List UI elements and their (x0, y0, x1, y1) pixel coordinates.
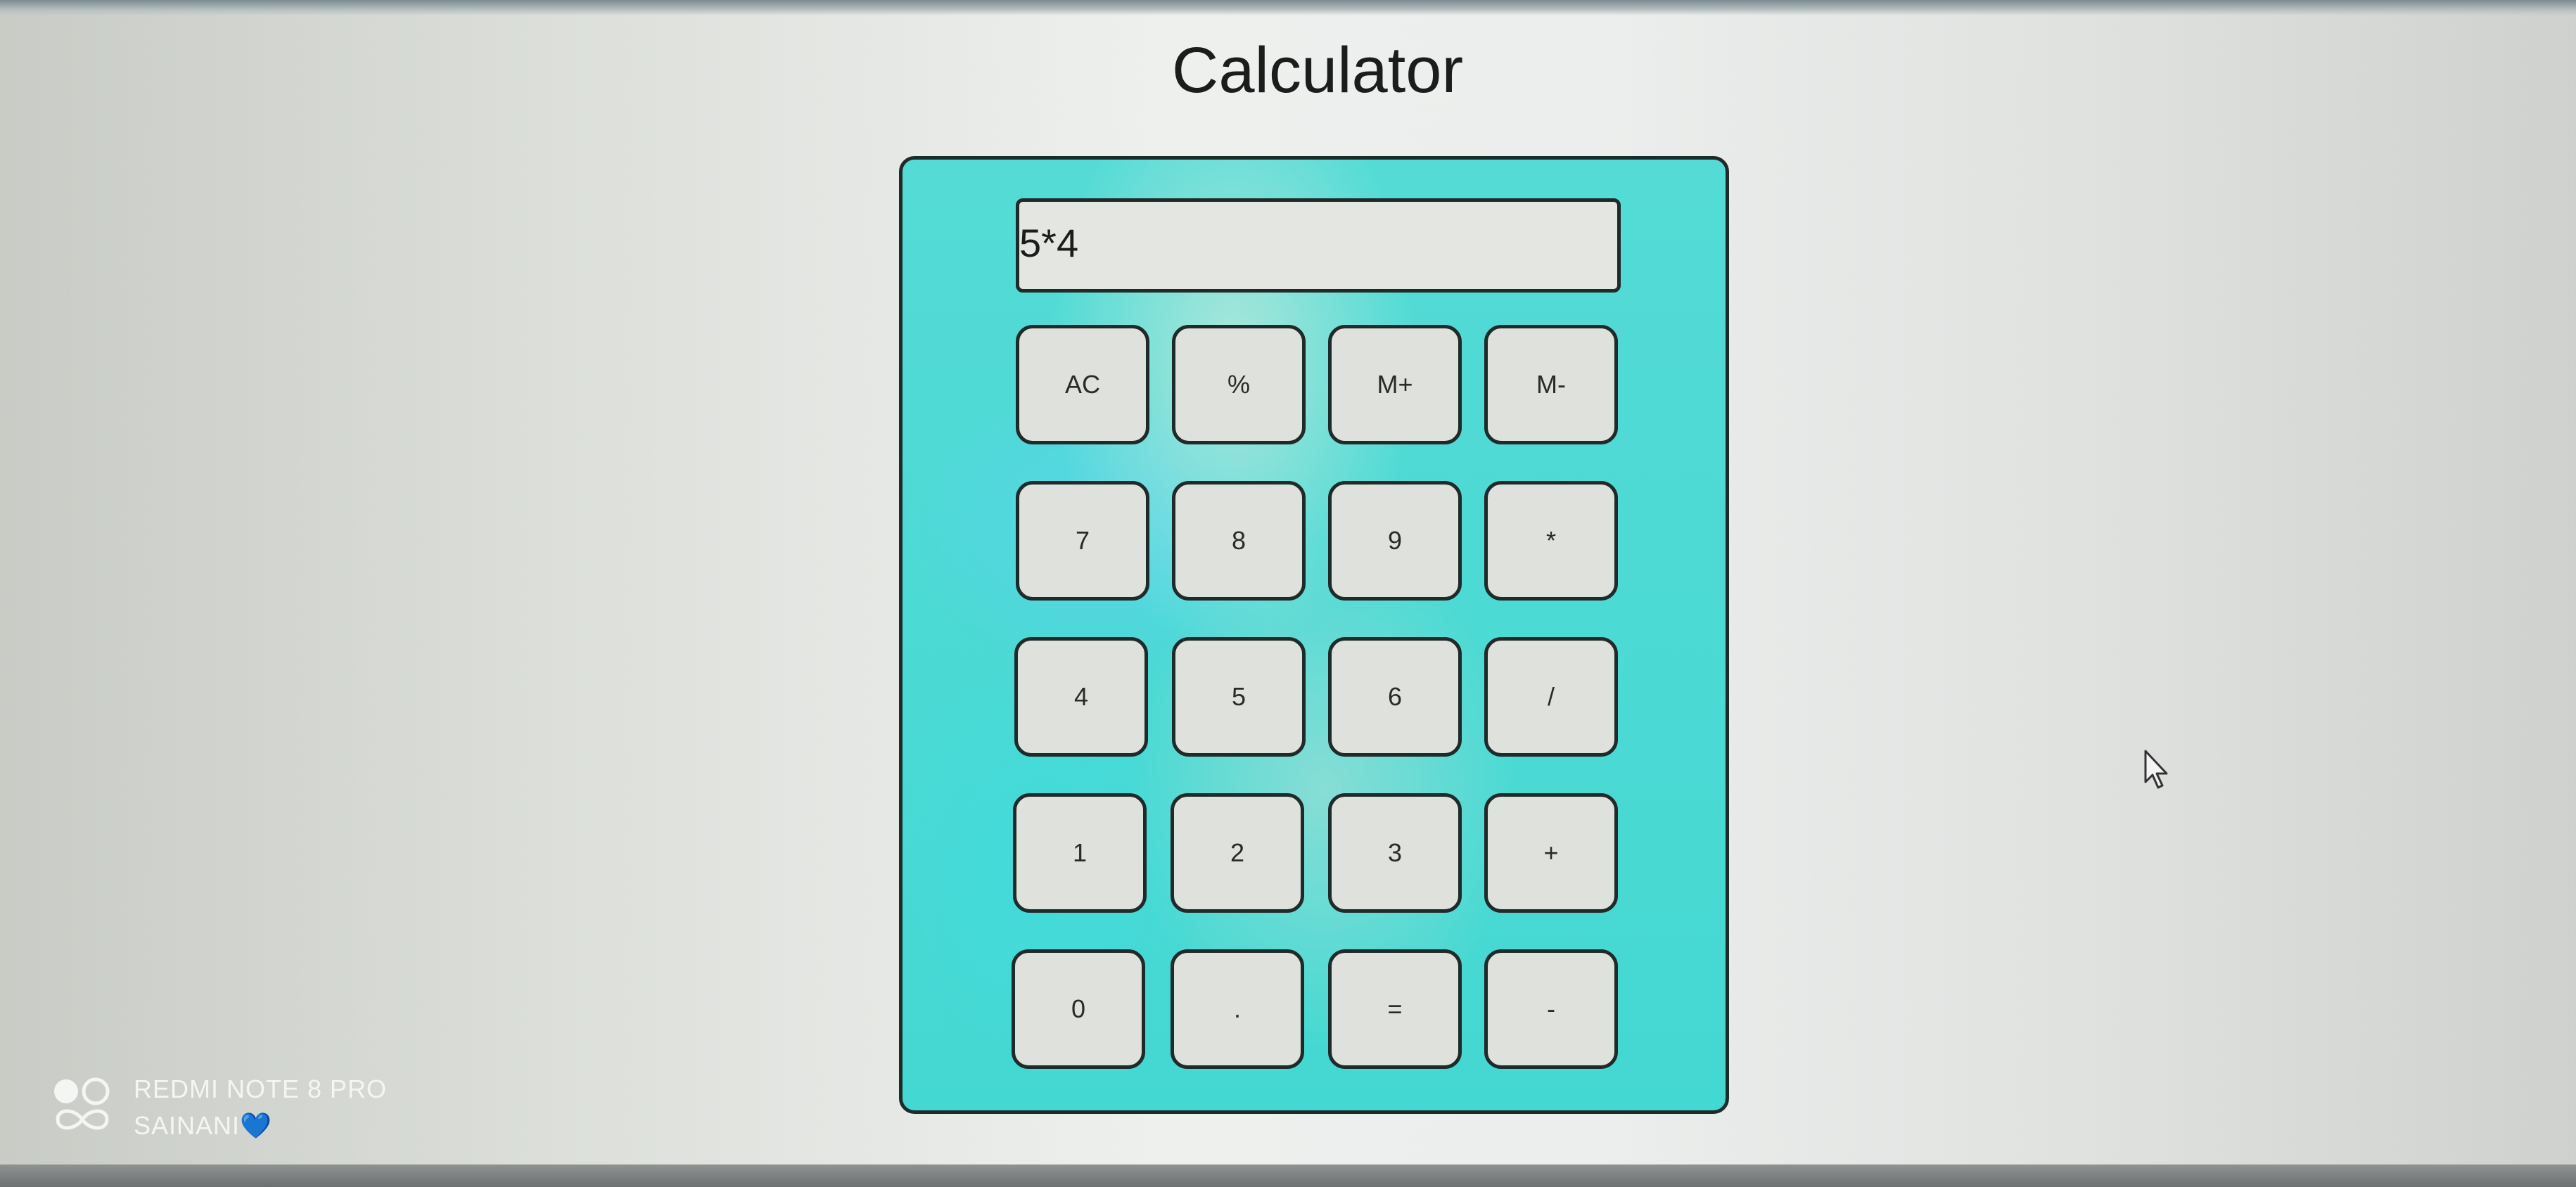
key-0[interactable]: 0 (1012, 949, 1145, 1069)
key-minus[interactable]: - (1484, 949, 1618, 1069)
page-title: Calculator (1171, 34, 1464, 106)
key-6[interactable]: 6 (1328, 637, 1462, 757)
key-percent[interactable]: % (1172, 325, 1306, 444)
key-2[interactable]: 2 (1171, 793, 1304, 913)
key-equals[interactable]: = (1328, 949, 1462, 1069)
watermark-device: REDMI NOTE 8 PRO (134, 1074, 388, 1103)
key-divide[interactable]: / (1484, 637, 1618, 757)
key-3[interactable]: 3 (1328, 793, 1462, 913)
calculator-display[interactable]: 5*4 (1016, 198, 1621, 293)
key-7[interactable]: 7 (1016, 481, 1149, 601)
key-5[interactable]: 5 (1172, 637, 1306, 757)
screen-bottom-edge (0, 1164, 2576, 1187)
key-8[interactable]: 8 (1172, 481, 1306, 601)
key-1[interactable]: 1 (1013, 793, 1147, 913)
key-multiply[interactable]: * (1484, 481, 1618, 601)
key-memory-minus[interactable]: M- (1484, 325, 1618, 444)
key-4[interactable]: 4 (1014, 637, 1148, 757)
screen-top-edge (0, 0, 2576, 15)
key-memory-plus[interactable]: M+ (1328, 325, 1462, 444)
key-plus[interactable]: + (1484, 793, 1618, 913)
key-ac[interactable]: AC (1016, 325, 1149, 444)
key-decimal[interactable]: . (1171, 949, 1304, 1069)
key-9[interactable]: 9 (1328, 481, 1462, 601)
watermark-author: SAINANI💙 (134, 1111, 272, 1140)
mouse-pointer-icon (2144, 750, 2168, 789)
camera-brand-logo-icon (54, 1077, 110, 1130)
